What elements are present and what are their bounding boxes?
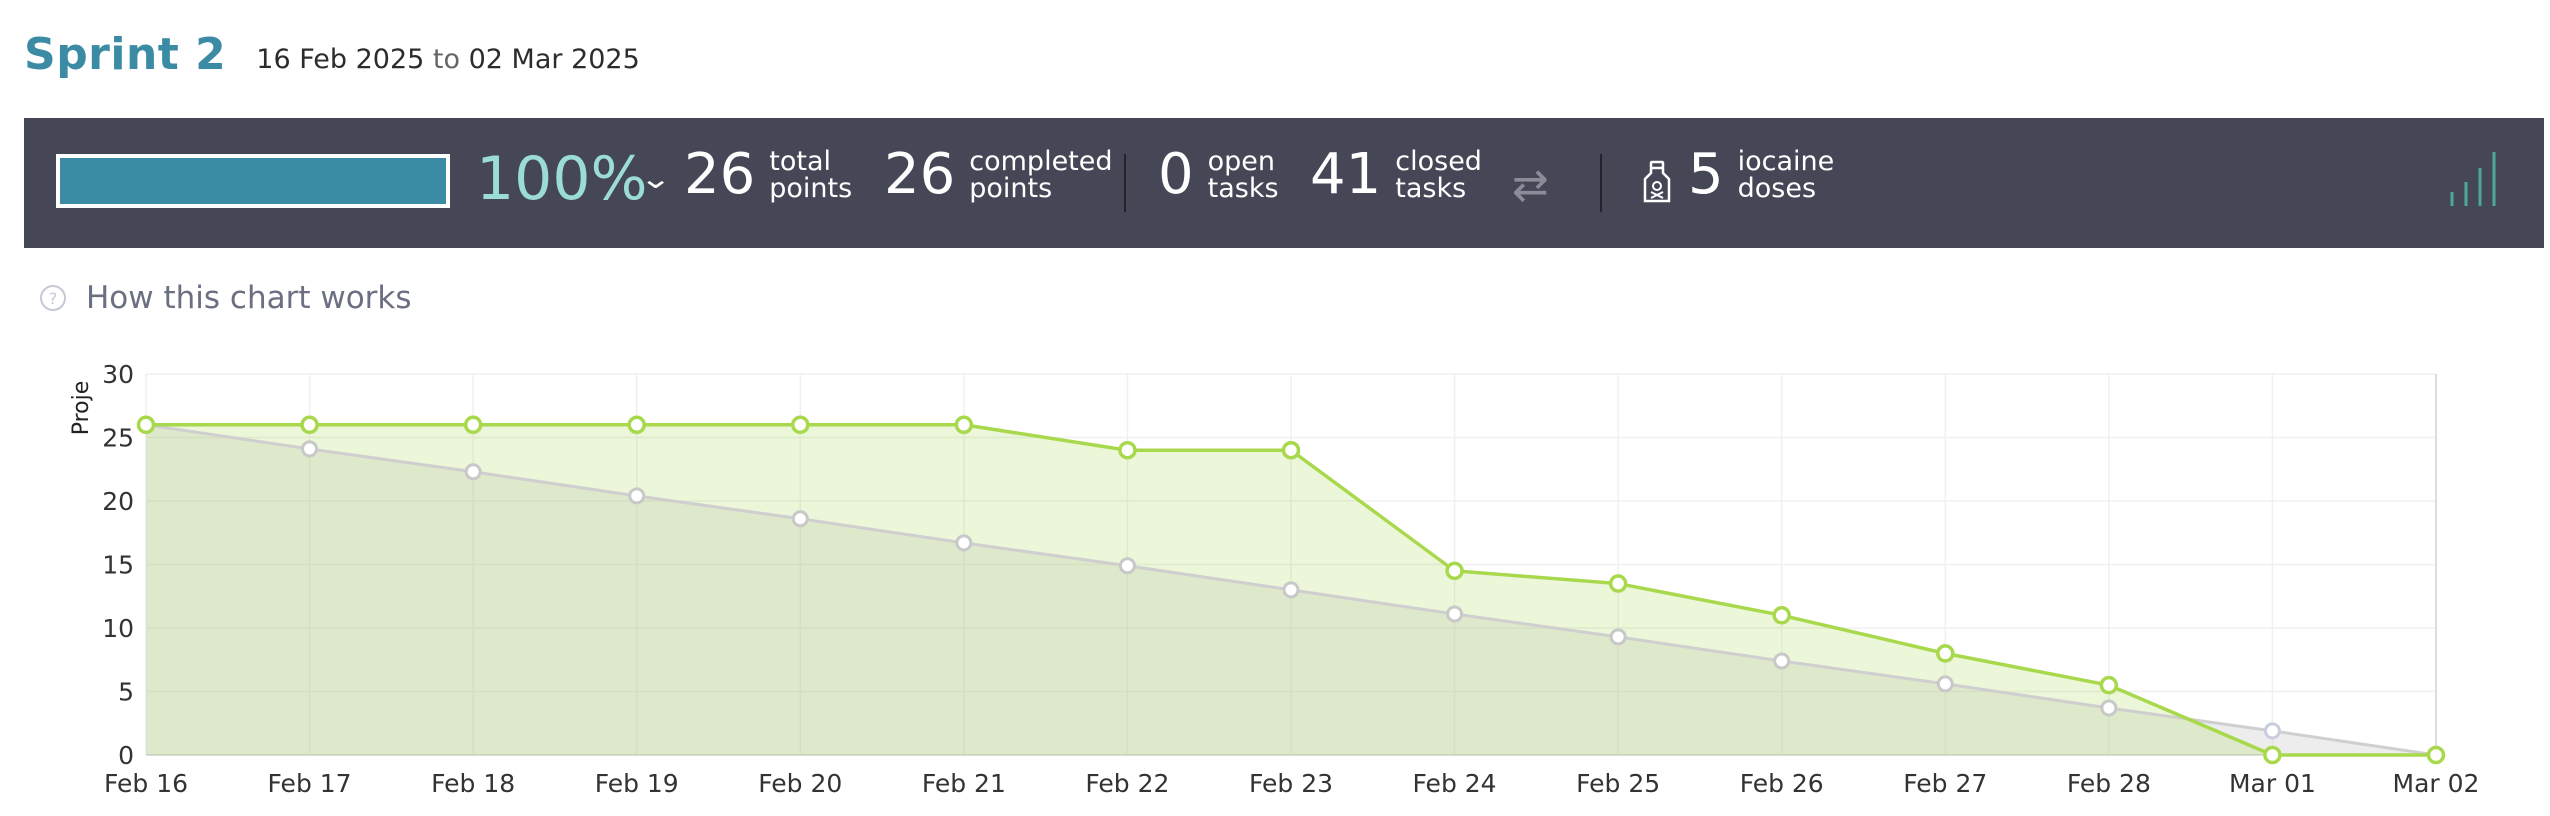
- progress-percent: 100%: [476, 144, 648, 214]
- total-points-stat: 26 total points: [684, 142, 852, 207]
- sprint-title: Sprint 2: [24, 28, 227, 80]
- question-circle-icon: ?: [40, 285, 66, 311]
- x-tick-label: Mar 01: [2229, 769, 2316, 798]
- iocaine-doses-label: iocaine doses: [1737, 145, 1835, 204]
- real-point: [2426, 745, 2446, 765]
- completed-points-stat: 26 completed points: [884, 142, 1113, 207]
- x-tick-label: Feb 16: [104, 769, 188, 798]
- optimal-point: [791, 510, 809, 528]
- x-tick-label: Feb 23: [1249, 769, 1333, 798]
- real-point: [1445, 561, 1464, 581]
- real-point: [1608, 574, 1628, 593]
- completed-points-value: 26: [884, 142, 956, 207]
- sprint-start-date: 16 Feb 2025: [256, 43, 425, 75]
- real-point: [1772, 606, 1791, 625]
- how-chart-works-label: How this chart works: [86, 280, 412, 316]
- y-tick-label: 5: [118, 678, 134, 707]
- y-tick-label: 25: [102, 424, 134, 453]
- summary-divider: [1124, 154, 1126, 212]
- optimal-point: [2263, 722, 2281, 740]
- x-tick-label: Feb 18: [431, 769, 515, 798]
- sprint-summary-bar: 100% ⌄ 26 total points 26 completed points…: [24, 118, 2544, 248]
- iocaine-doses-value: 5: [1688, 142, 1724, 207]
- x-tick-label: Feb 19: [595, 769, 679, 798]
- optimal-point: [628, 487, 646, 505]
- open-tasks-stat: 0 open tasks: [1158, 142, 1279, 207]
- real-point: [1118, 440, 1137, 460]
- x-tick-label: Feb 21: [922, 769, 1006, 798]
- optimal-point: [2100, 699, 2118, 717]
- optimal-point: [1446, 605, 1464, 623]
- optimal-point: [1936, 675, 1954, 693]
- optimal-point: [301, 440, 319, 458]
- real-point: [627, 415, 646, 435]
- potion-bottle-icon: [1642, 160, 1672, 208]
- y-tick-label: 20: [102, 487, 134, 516]
- total-points-label: total points: [769, 145, 853, 204]
- x-tick-label: Feb 24: [1413, 769, 1497, 798]
- x-tick-label: Feb 17: [268, 769, 352, 798]
- closed-tasks-value: 41: [1310, 142, 1382, 207]
- swap-arrows-icon[interactable]: ⇄: [1512, 160, 1549, 211]
- optimal-point: [1282, 581, 1300, 599]
- closed-tasks-label: closed tasks: [1395, 145, 1482, 204]
- total-points-value: 26: [684, 142, 756, 207]
- sprint-header: Sprint 2 16 Feb 2025 to 02 Mar 2025: [24, 22, 640, 86]
- optimal-point: [464, 463, 482, 481]
- optimal-point: [955, 534, 973, 552]
- sprint-end-date: 02 Mar 2025: [468, 43, 640, 75]
- sprint-progress-fill: [60, 158, 446, 204]
- x-tick-label: Feb 20: [758, 769, 842, 798]
- real-point: [1936, 644, 1955, 663]
- real-point: [463, 415, 483, 435]
- real-point: [791, 415, 810, 435]
- x-tick-label: Mar 02: [2393, 769, 2480, 798]
- y-tick-label: 0: [118, 741, 134, 770]
- signal-bars-icon[interactable]: [2448, 148, 2504, 212]
- sprint-progress-bar: [56, 154, 450, 208]
- y-tick-label: 15: [102, 551, 134, 580]
- real-point: [2263, 745, 2282, 765]
- optimal-point: [1773, 652, 1791, 670]
- x-tick-label: Feb 25: [1576, 769, 1660, 798]
- y-tick-label: 30: [102, 360, 134, 389]
- chevron-down-icon[interactable]: ⌄: [639, 162, 672, 195]
- completed-points-label: completed points: [969, 145, 1113, 204]
- sprint-dates-separator: to: [432, 43, 461, 75]
- real-point: [136, 415, 156, 435]
- x-tick-label: Feb 28: [2067, 769, 2151, 798]
- optimal-point: [1118, 557, 1136, 575]
- open-tasks-label: open tasks: [1207, 145, 1279, 204]
- real-point: [1281, 440, 1301, 460]
- real-point: [300, 415, 319, 435]
- x-tick-label: Feb 22: [1085, 769, 1169, 798]
- x-tick-label: Feb 27: [1903, 769, 1987, 798]
- sprint-dates: 16 Feb 2025 to 02 Mar 2025: [256, 44, 640, 75]
- y-tick-label: 10: [102, 614, 134, 643]
- burndown-chart: 0 5 10 15 20 25 30 Feb 16 Feb 17 Feb 18 Feb 19 Feb …: [69, 360, 2480, 798]
- x-tick-label: Feb 26: [1740, 769, 1824, 798]
- iocaine-doses-stat: 5 iocaine doses: [1688, 142, 1834, 207]
- real-point: [954, 415, 974, 435]
- optimal-point: [1609, 628, 1627, 646]
- open-tasks-value: 0: [1158, 142, 1194, 207]
- real-point: [2099, 675, 2119, 695]
- how-chart-works-link[interactable]: ? How this chart works: [40, 280, 412, 316]
- y-axis-label: Proje: [69, 381, 94, 436]
- summary-divider: [1600, 154, 1602, 212]
- closed-tasks-stat: 41 closed tasks: [1310, 142, 1482, 207]
